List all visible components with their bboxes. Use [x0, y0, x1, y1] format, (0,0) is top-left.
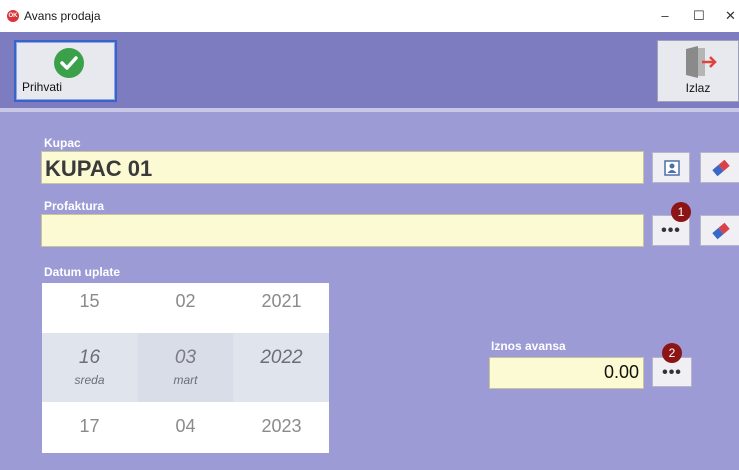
kupac-clear-button[interactable]	[700, 152, 739, 183]
accept-label: Prihvati	[22, 80, 63, 94]
app-icon: OK	[7, 10, 19, 22]
window-title: Avans prodaja	[24, 9, 101, 23]
year-cell[interactable]: 2023	[234, 402, 329, 453]
weekday-value: sreda	[74, 373, 105, 387]
iznos-field[interactable]: 0.00	[489, 357, 644, 389]
eraser-icon	[712, 159, 730, 177]
step-badge-1: 1	[671, 202, 691, 222]
kupac-field[interactable]: KUPAC 01	[41, 151, 644, 184]
toolbar: Prihvati Izlaz	[0, 32, 739, 108]
close-button[interactable]: ✕	[722, 6, 739, 26]
profaktura-label: Profaktura	[44, 199, 105, 213]
year-cell[interactable]: 2021	[234, 283, 329, 333]
profaktura-clear-button[interactable]	[700, 215, 739, 246]
year-value: 2021	[261, 291, 302, 311]
kupac-lookup-button[interactable]	[652, 152, 690, 183]
iznos-value: 0.00	[603, 362, 639, 382]
title-bar: OK Avans prodaja – ☐ ✕	[0, 0, 739, 32]
date-picker[interactable]: 15 02 2021 16 sreda 03 mart 2022 17 04 2…	[42, 283, 329, 453]
datum-label: Datum uplate	[44, 265, 121, 279]
kupac-value: KUPAC 01	[45, 156, 153, 181]
month-value: 04	[175, 416, 196, 436]
more-icon: •••	[661, 222, 681, 239]
month-cell[interactable]: 04	[138, 402, 233, 453]
date-row-selected[interactable]: 16 sreda 03 mart 2022	[42, 333, 329, 402]
exit-label: Izlaz	[685, 81, 711, 95]
year-cell-selected[interactable]: 2022	[234, 333, 329, 402]
kupac-label: Kupac	[44, 136, 81, 150]
date-row-previous[interactable]: 15 02 2021	[42, 283, 329, 333]
exit-button[interactable]: Izlaz	[657, 40, 739, 102]
contact-card-icon	[664, 160, 680, 176]
accept-button[interactable]: Prihvati	[14, 40, 117, 102]
form-panel: Kupac KUPAC 01 Profaktura ••• 1 Datum up…	[0, 112, 739, 470]
month-cell-selected[interactable]: 03 mart	[138, 333, 233, 402]
day-cell[interactable]: 15	[42, 283, 137, 333]
maximize-button[interactable]: ☐	[689, 6, 709, 26]
minimize-button[interactable]: –	[655, 6, 675, 26]
day-value: 15	[79, 291, 100, 311]
check-circle-icon	[54, 48, 84, 78]
door-exit-icon	[684, 45, 718, 79]
profaktura-field[interactable]	[41, 214, 644, 247]
eraser-icon	[712, 222, 730, 240]
more-icon: •••	[662, 364, 682, 381]
day-value: 17	[79, 416, 100, 436]
month-cell[interactable]: 02	[138, 283, 233, 333]
iznos-label: Iznos avansa	[491, 339, 566, 353]
month-value: 03	[174, 347, 197, 368]
day-value: 16	[78, 347, 101, 368]
day-cell[interactable]: 17	[42, 402, 137, 453]
step-badge-2: 2	[662, 343, 682, 363]
day-cell-selected[interactable]: 16 sreda	[42, 333, 137, 402]
month-value: 02	[175, 291, 196, 311]
date-row-next[interactable]: 17 04 2023	[42, 402, 329, 453]
year-value: 2023	[261, 416, 302, 436]
month-name-value: mart	[173, 373, 198, 387]
year-value: 2022	[260, 347, 303, 368]
